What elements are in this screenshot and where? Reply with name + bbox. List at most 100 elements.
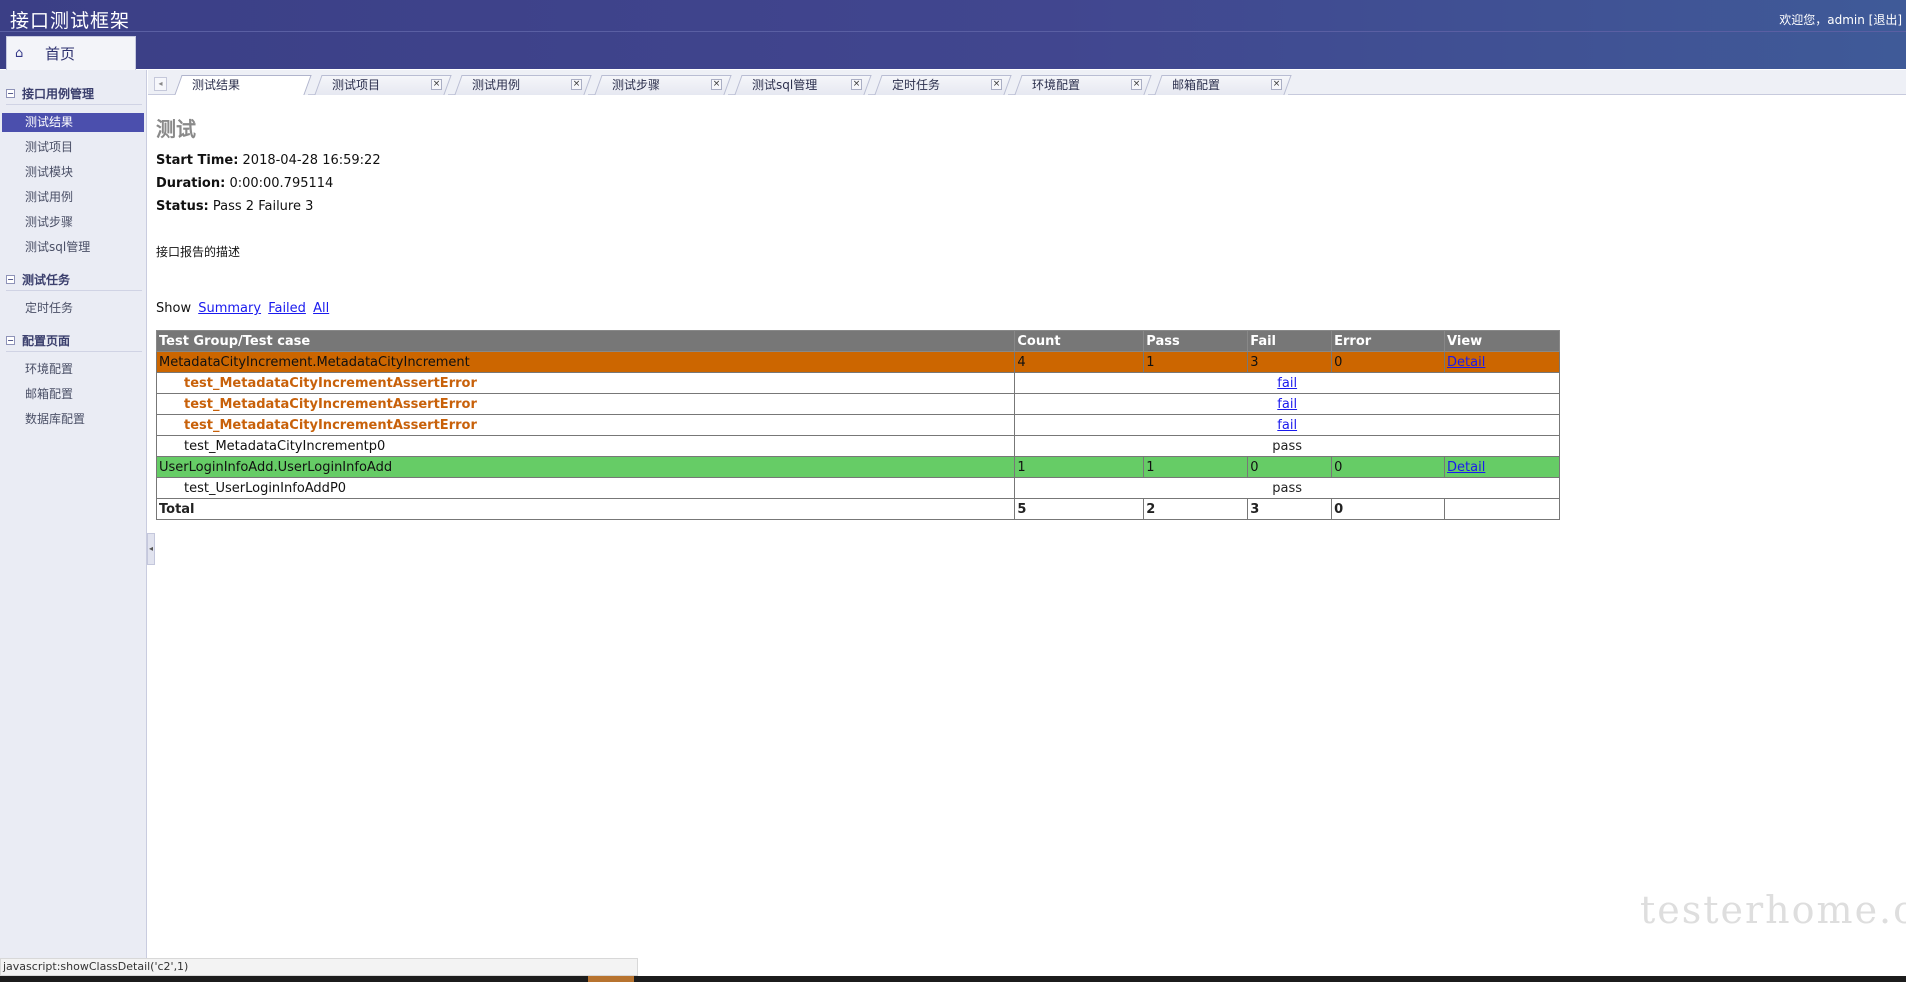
- sidebar-section-2[interactable]: − 配置页面: [6, 331, 70, 349]
- table-header-row: Test Group/Test case Count Pass Fail Err…: [155, 330, 1560, 352]
- sidebar-item[interactable]: 测试步骤: [2, 213, 144, 232]
- welcome-logout[interactable]: 欢迎您，admin [退出]: [1779, 11, 1902, 28]
- home-tab-label: 首页: [45, 45, 76, 63]
- sidebar-item[interactable]: 测试用例: [2, 188, 144, 207]
- case-name-cell: test_MetadataCityIncrementAssertError: [155, 414, 1016, 436]
- group-detail[interactable]: Detail: [1444, 351, 1560, 373]
- sidebar-section-0[interactable]: − 接口用例管理: [6, 84, 94, 102]
- group-pass-cell: 1: [1143, 351, 1249, 373]
- case-result-link[interactable]: fail: [1277, 376, 1297, 391]
- sidebar-item[interactable]: 数据库配置: [2, 410, 144, 429]
- total-label-cell: Total: [155, 498, 1016, 520]
- group-detail-link[interactable]: Detail: [1447, 355, 1485, 370]
- total-fail-cell: 3: [1247, 498, 1333, 520]
- case-result[interactable]: fail: [1014, 393, 1560, 415]
- sidebar-section-divider: [6, 351, 142, 352]
- tab-close-icon[interactable]: ×: [431, 79, 442, 90]
- group-error-cell: 0: [1331, 351, 1446, 373]
- col-header-count: Count: [1014, 330, 1145, 352]
- sidebar-item[interactable]: 测试项目: [2, 138, 144, 157]
- group-detail-link[interactable]: Detail: [1447, 460, 1485, 475]
- sidebar-section-title: 接口用例管理: [22, 86, 95, 101]
- show-all-link[interactable]: All: [313, 301, 329, 316]
- show-failed-link[interactable]: Failed: [268, 301, 306, 316]
- sidebar-section-divider: [6, 104, 142, 105]
- group-detail[interactable]: Detail: [1444, 456, 1560, 478]
- case-result-link[interactable]: fail: [1277, 397, 1297, 412]
- sidebar-item[interactable]: 测试sql管理: [2, 238, 144, 257]
- tab-close-icon[interactable]: ×: [991, 79, 1002, 90]
- tab-label: 邮箱配置: [1172, 78, 1221, 92]
- show-label: Show: [156, 301, 192, 316]
- tab-0[interactable]: 测试结果: [174, 75, 312, 95]
- case-result-link[interactable]: fail: [1277, 418, 1297, 433]
- show-summary-link[interactable]: Summary: [198, 301, 261, 316]
- status-label: Status:: [156, 199, 209, 214]
- tab-label: 测试步骤: [612, 78, 661, 92]
- report-content: 测试 Start Time: 2018-04-28 16:59:22 Durat…: [155, 96, 1896, 956]
- sidebar-section-1[interactable]: − 测试任务: [6, 270, 70, 288]
- sidebar-item[interactable]: 环境配置: [2, 360, 144, 379]
- tab-close-icon[interactable]: ×: [851, 79, 862, 90]
- result-table: Test Group/Test case Count Pass Fail Err…: [155, 330, 1560, 520]
- start-time-line: Start Time: 2018-04-28 16:59:22: [156, 153, 381, 168]
- case-result: pass: [1014, 435, 1560, 457]
- group-fail-cell: 3: [1247, 351, 1333, 373]
- case-name-cell: test_MetadataCityIncrementp0: [155, 435, 1016, 457]
- case-row: test_MetadataCityIncrementAssertError fai…: [155, 393, 1560, 415]
- group-row: UserLoginInfoAdd.UserLoginInfoAdd 1 1 0 0 Det…: [155, 456, 1560, 478]
- tab-3[interactable]: 测试步骤 ×: [594, 75, 732, 95]
- sidebar-section-title: 测试任务: [22, 272, 71, 287]
- duration-label: Duration:: [156, 176, 226, 191]
- tab-close-icon[interactable]: ×: [1131, 79, 1142, 90]
- tab-close-icon[interactable]: ×: [571, 79, 582, 90]
- col-header-test-case: Test Group/Test case: [155, 330, 1016, 352]
- tab-label: 测试结果: [192, 78, 241, 92]
- tab-scroll-left-icon[interactable]: ◂: [154, 77, 167, 91]
- group-error-cell: 0: [1331, 456, 1446, 478]
- case-row: test_MetadataCityIncrementAssertError fai…: [155, 372, 1560, 394]
- sidebar-item[interactable]: 测试模块: [2, 163, 144, 182]
- collapse-section-icon[interactable]: −: [6, 88, 15, 98]
- app-title: 接口测试框架: [10, 10, 131, 32]
- sidebar-section-divider: [6, 290, 142, 291]
- home-tab[interactable]: ⌂ 首页: [6, 36, 136, 70]
- collapse-section-icon[interactable]: −: [6, 335, 15, 345]
- tab-4[interactable]: 测试sql管理 ×: [734, 75, 872, 95]
- sidebar-item[interactable]: 测试结果: [2, 113, 144, 132]
- group-count-cell: 1: [1014, 456, 1145, 478]
- tab-1[interactable]: 测试项目 ×: [314, 75, 452, 95]
- col-header-pass: Pass: [1143, 330, 1249, 352]
- tab-6[interactable]: 环境配置 ×: [1014, 75, 1152, 95]
- start-time-value: 2018-04-28 16:59:22: [242, 153, 381, 168]
- case-row: test_MetadataCityIncrementAssertError fai…: [155, 414, 1560, 436]
- case-result[interactable]: fail: [1014, 414, 1560, 436]
- tab-5[interactable]: 定时任务 ×: [874, 75, 1012, 95]
- tab-7[interactable]: 邮箱配置 ×: [1154, 75, 1292, 95]
- show-filter: Show Summary Failed All: [156, 301, 329, 316]
- group-name-cell: UserLoginInfoAdd.UserLoginInfoAdd: [155, 456, 1016, 478]
- tab-close-icon[interactable]: ×: [711, 79, 722, 90]
- col-header-view: View: [1444, 330, 1560, 352]
- case-result[interactable]: fail: [1014, 372, 1560, 394]
- tab-label: 环境配置: [1032, 78, 1081, 92]
- case-name-cell: test_MetadataCityIncrementAssertError: [155, 393, 1016, 415]
- col-header-fail: Fail: [1247, 330, 1333, 352]
- total-view-cell: [1444, 498, 1560, 520]
- collapse-section-icon[interactable]: −: [6, 274, 15, 284]
- status-line: Status: Pass 2 Failure 3: [156, 199, 313, 214]
- sidebar-section-title: 配置页面: [22, 333, 71, 348]
- group-count-cell: 4: [1014, 351, 1145, 373]
- total-row: Total 5 2 3 0: [155, 498, 1560, 520]
- tab-2[interactable]: 测试用例 ×: [454, 75, 592, 95]
- tab-label: 测试sql管理: [752, 78, 818, 92]
- group-fail-cell: 0: [1247, 456, 1333, 478]
- welcome-text[interactable]: 欢迎您，admin [退出]: [1779, 13, 1902, 27]
- sidebar-item[interactable]: 定时任务: [2, 299, 144, 318]
- tab-close-icon[interactable]: ×: [1271, 79, 1282, 90]
- taskbar-active-segment: [588, 976, 634, 982]
- collapse-sidebar-handle[interactable]: ◂: [147, 533, 155, 565]
- taskbar-strip: [0, 976, 1906, 982]
- sidebar-item[interactable]: 邮箱配置: [2, 385, 144, 404]
- total-pass-cell: 2: [1143, 498, 1249, 520]
